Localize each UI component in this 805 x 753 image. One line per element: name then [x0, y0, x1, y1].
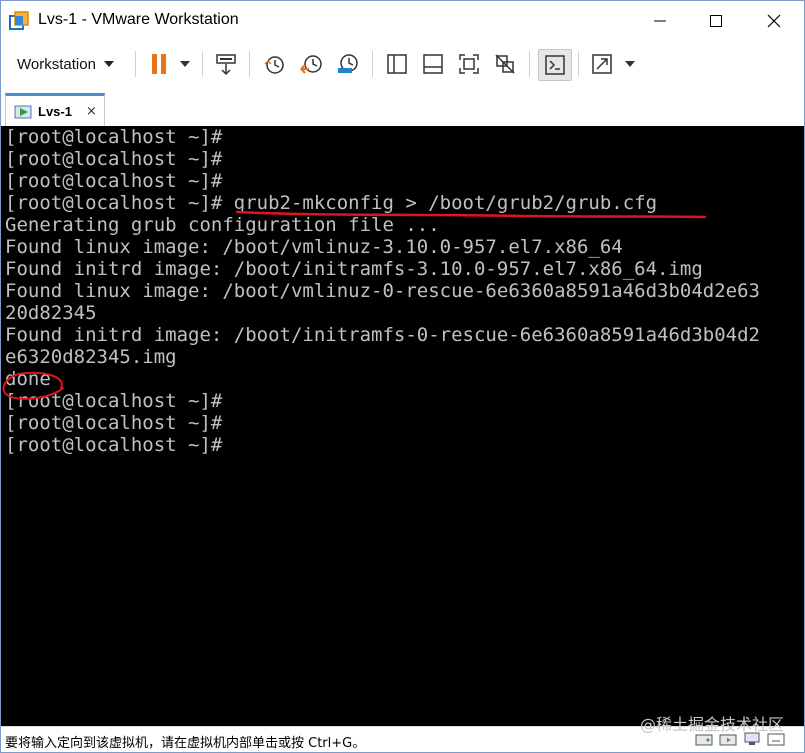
window-title: Lvs-1 - VMware Workstation	[38, 11, 239, 28]
console-view-icon	[545, 55, 565, 75]
snapshot-manager-button[interactable]	[332, 49, 364, 79]
send-ctrl-alt-del-button[interactable]	[210, 49, 242, 79]
tab-label: Lvs-1	[38, 104, 72, 119]
vm-console[interactable]: [root@localhost ~]# [root@localhost ~]# …	[1, 126, 804, 726]
full-screen-button[interactable]	[453, 49, 485, 79]
hard-disk-icon[interactable]	[695, 731, 713, 747]
thumbnail-bar-icon	[423, 54, 443, 74]
console-view-button[interactable]	[538, 49, 572, 81]
terminal-line: [root@localhost ~]#	[5, 412, 223, 434]
toolbar-separator	[135, 51, 136, 77]
full-screen-icon	[459, 54, 479, 74]
stretch-icon	[592, 54, 635, 74]
maximize-icon	[710, 15, 722, 27]
cd-dvd-icon[interactable]	[719, 731, 737, 747]
pause-icon	[152, 54, 190, 74]
vmware-icon	[9, 11, 29, 30]
terminal-line: [root@localhost ~]#	[5, 148, 223, 170]
terminal-line: Found initrd image: /boot/initramfs-0-re…	[5, 324, 760, 346]
unity-button[interactable]	[489, 49, 521, 79]
toolbar-separator	[529, 51, 530, 77]
title-bar[interactable]: Lvs-1 - VMware Workstation	[1, 1, 804, 41]
tab-strip: Lvs-1 ×	[1, 87, 804, 128]
minimize-icon	[654, 20, 666, 22]
device-status-icons	[695, 731, 785, 747]
toolbar: Workstation	[1, 41, 804, 87]
terminal-line: [root@localhost ~]#	[5, 126, 223, 148]
vm-running-icon	[14, 105, 32, 118]
take-snapshot-button[interactable]	[258, 49, 290, 79]
minimize-button[interactable]	[633, 1, 687, 41]
toolbar-separator	[202, 51, 203, 77]
network-icon[interactable]	[743, 731, 761, 747]
snapshot-icon	[264, 56, 284, 74]
terminal-line: e6320d82345.img	[5, 346, 177, 368]
unity-icon	[495, 54, 515, 74]
terminal-line: [root@localhost ~]#	[5, 170, 223, 192]
terminal-line: Found initrd image: /boot/initramfs-3.10…	[5, 258, 703, 280]
power-pause-button[interactable]	[144, 49, 196, 79]
stretch-guest-button[interactable]	[588, 49, 640, 79]
terminal-line: Found linux image: /boot/vmlinuz-0-rescu…	[5, 280, 760, 302]
status-bar: @稀土掘金技术社区 要将输入定向到该虚拟机，请在虚拟机内部单击或按 Ctrl+G…	[1, 715, 804, 752]
vmware-window: Lvs-1 - VMware Workstation Workstation L…	[0, 0, 805, 753]
terminal-line: [root@localhost ~]# grub2-mkconfig > /bo…	[5, 192, 658, 214]
tab-lvs-1[interactable]: Lvs-1 ×	[5, 93, 105, 127]
workstation-menu-label: Workstation	[17, 55, 96, 73]
chevron-down-icon	[103, 61, 114, 67]
terminal-line: 20d82345	[5, 302, 97, 324]
tab-close-icon[interactable]: ×	[86, 104, 97, 119]
toolbar-separator	[372, 51, 373, 77]
toolbar-separator	[578, 51, 579, 77]
thumbnail-bar-button[interactable]	[417, 49, 449, 79]
status-message: 要将输入定向到该虚拟机，请在虚拟机内部单击或按 Ctrl+G。	[5, 736, 366, 751]
maximize-button[interactable]	[689, 1, 743, 41]
revert-snapshot-button[interactable]	[295, 49, 327, 79]
send-keys-icon	[216, 54, 236, 76]
revert-snapshot-icon	[300, 55, 322, 74]
terminal-line: Generating grub configuration file ...	[5, 214, 440, 236]
snapshot-manager-icon	[338, 54, 358, 73]
terminal-line: Found linux image: /boot/vmlinuz-3.10.0-…	[5, 236, 623, 258]
close-icon	[767, 14, 781, 28]
show-library-button[interactable]	[381, 49, 413, 79]
device-menu-icon[interactable]	[767, 731, 785, 747]
workstation-menu-button[interactable]: Workstation	[8, 49, 123, 79]
terminal-line: [root@localhost ~]#	[5, 390, 223, 412]
library-icon	[387, 54, 407, 74]
terminal-line: [root@localhost ~]#	[5, 434, 223, 456]
terminal-line: done	[5, 368, 51, 390]
toolbar-separator	[249, 51, 250, 77]
close-button[interactable]	[747, 1, 801, 41]
